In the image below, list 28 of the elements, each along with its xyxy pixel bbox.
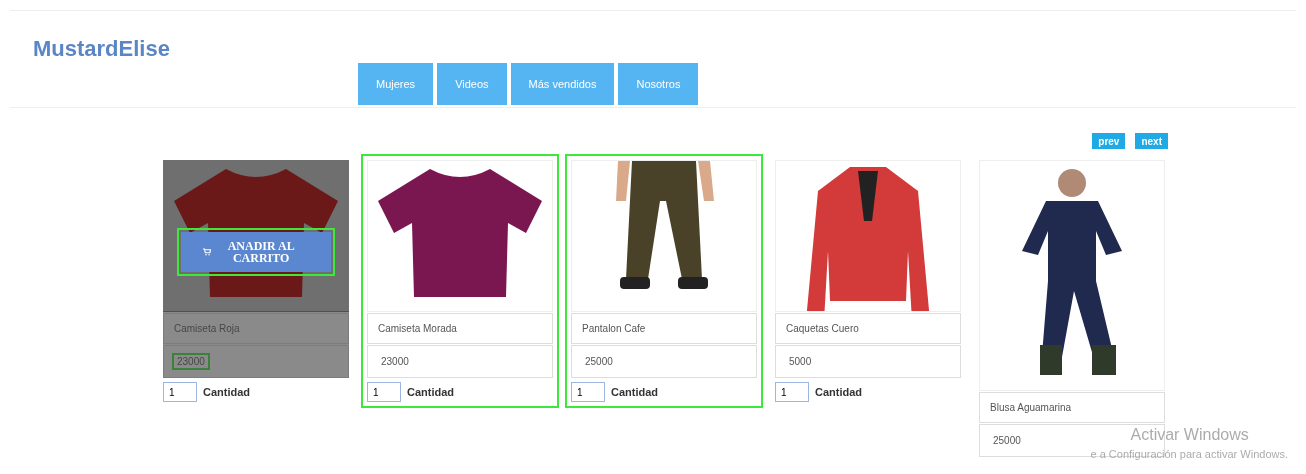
quantity-input[interactable]: 1: [571, 382, 605, 402]
product-name: Camiseta Roja: [174, 323, 240, 334]
cart-icon: [203, 247, 212, 257]
product-price: 5000: [788, 355, 813, 368]
nav-button[interactable]: Nosotros: [618, 63, 699, 105]
site-logo[interactable]: MustardElise: [33, 35, 1306, 63]
nav-button[interactable]: Más vendidos: [510, 63, 615, 105]
quantity-label: Cantidad: [407, 386, 455, 398]
nav-button[interactable]: Mujeres: [358, 63, 434, 105]
product-price: 25000: [992, 434, 1022, 447]
activation-notice-title: Activar Windows: [1130, 426, 1250, 444]
pager-button[interactable]: next: [1135, 133, 1168, 149]
pager-button[interactable]: prev: [1092, 133, 1126, 149]
product-price: 25000: [584, 355, 614, 368]
quantity-input[interactable]: 1: [775, 382, 809, 402]
activation-notice-text: e a Configuración para activar Windows.: [1090, 448, 1288, 460]
nav-button[interactable]: Videos: [437, 63, 507, 105]
quantity-label: Cantidad: [611, 386, 659, 398]
product-name: Caquetas Cuero: [786, 323, 859, 334]
quantity-input[interactable]: 1: [367, 382, 401, 402]
quantity-label: Cantidad: [203, 386, 251, 398]
quantity-input[interactable]: 1: [163, 382, 197, 402]
product-price: 23000: [380, 355, 410, 368]
product-name: Camiseta Morada: [378, 323, 457, 334]
quantity-label: Cantidad: [815, 386, 863, 398]
product-name: Blusa Aguamarina: [990, 402, 1072, 413]
product-name: Pantalon Cafe: [582, 323, 646, 334]
product-price: 23000: [174, 355, 208, 368]
